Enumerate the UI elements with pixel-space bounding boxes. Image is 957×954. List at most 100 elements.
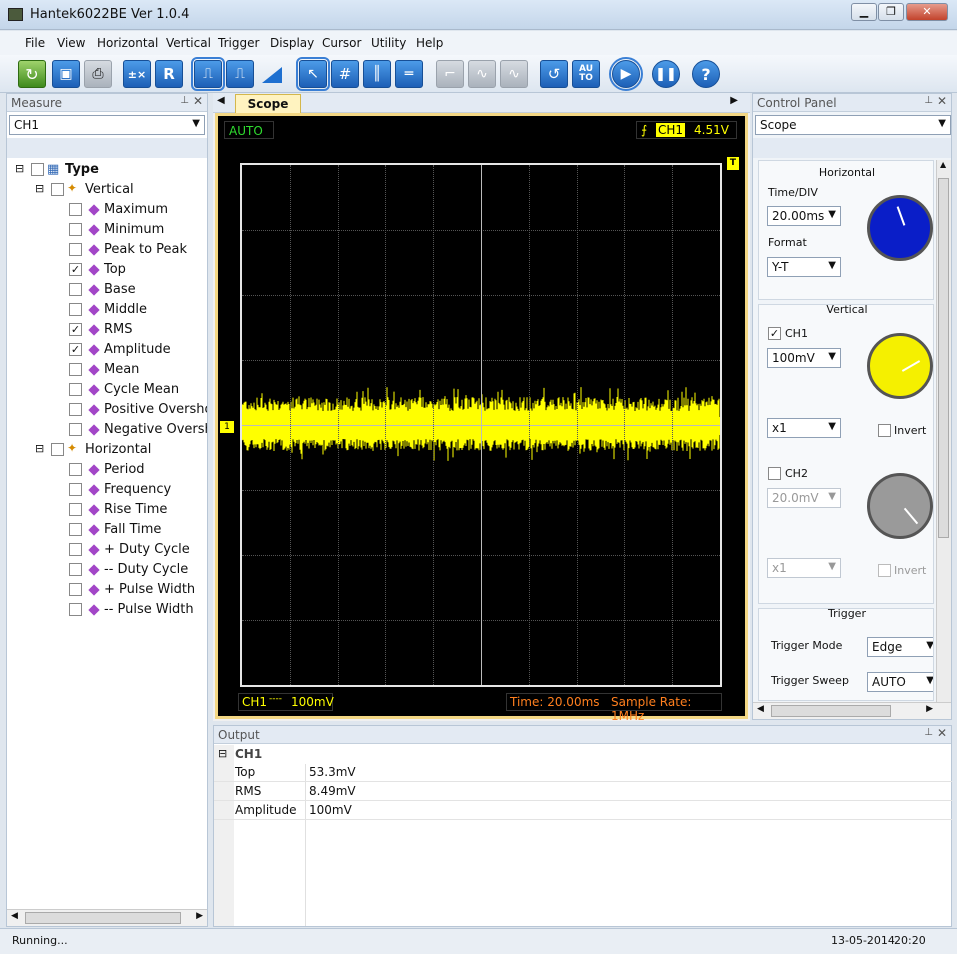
pulse-button[interactable]: ⎍	[191, 57, 225, 91]
measure-item[interactable]: Base	[7, 280, 207, 300]
measure-checkbox[interactable]: ✓	[69, 263, 82, 276]
tab-right-icon[interactable]: ▶	[730, 95, 738, 106]
measure-checkbox[interactable]: ✓	[69, 343, 82, 356]
auto-button[interactable]: AU TO	[572, 60, 600, 88]
measure-checkbox[interactable]	[69, 603, 82, 616]
measure-item[interactable]: -- Pulse Width	[7, 600, 207, 620]
tab-scope[interactable]: Scope	[235, 94, 301, 113]
print-button[interactable]: ⎙	[84, 60, 112, 88]
pulse-edge-button[interactable]: ⎍	[226, 60, 254, 88]
type-checkbox[interactable]	[31, 163, 44, 176]
measure-item[interactable]: Positive Overshoo	[7, 400, 207, 420]
measure-checkbox[interactable]	[69, 463, 82, 476]
help-button[interactable]: ?	[692, 60, 720, 88]
scroll-right-icon[interactable]: ▶	[926, 704, 933, 714]
measure-item[interactable]: -- Duty Cycle	[7, 560, 207, 580]
scroll-right-icon[interactable]: ▶	[196, 911, 203, 921]
maximize-button[interactable]: ❐	[878, 3, 904, 21]
scroll-thumb[interactable]	[25, 912, 181, 924]
triangle-wave-button[interactable]: ∿	[468, 60, 496, 88]
pin-icon[interactable]: ⊥	[180, 95, 189, 106]
ch1-enable-checkbox[interactable]: ✓	[768, 327, 781, 340]
control-view-select[interactable]: Scope ▼	[755, 115, 951, 135]
ch1-volt-knob[interactable]	[867, 333, 933, 399]
horizontal-cursor-button[interactable]: ═	[395, 60, 423, 88]
measure-item[interactable]: Cycle Mean	[7, 380, 207, 400]
sine-wave-button[interactable]: ∿	[500, 60, 528, 88]
ch2-volt-select[interactable]: 20.0mV ▼	[767, 488, 841, 508]
close-icon[interactable]: ✕	[937, 94, 947, 108]
pin-icon[interactable]: ⊥	[924, 727, 933, 738]
measure-item[interactable]: Middle	[7, 300, 207, 320]
time-div-knob[interactable]	[867, 195, 933, 261]
ch1-invert-checkbox[interactable]	[878, 424, 891, 437]
measure-checkbox[interactable]	[69, 403, 82, 416]
ch2-enable-checkbox[interactable]	[768, 467, 781, 480]
group-checkbox[interactable]	[51, 183, 64, 196]
collapse-icon[interactable]: ⊟	[15, 162, 24, 175]
menu-utility[interactable]: Utility	[371, 36, 406, 50]
ch2-probe-select[interactable]: x1 ▼	[767, 558, 841, 578]
scope-graticule[interactable]	[240, 163, 722, 687]
scroll-left-icon[interactable]: ◀	[757, 704, 764, 714]
menu-help[interactable]: Help	[416, 36, 443, 50]
time-div-select[interactable]: 20.00ms ▼	[767, 206, 841, 226]
measure-item[interactable]: Maximum	[7, 200, 207, 220]
trigger-mode-select[interactable]: Edge ▼	[867, 637, 933, 657]
group-checkbox[interactable]	[51, 443, 64, 456]
measure-item[interactable]: Peak to Peak	[7, 240, 207, 260]
select-cursor-button[interactable]: ↖	[296, 57, 330, 91]
measure-checkbox[interactable]	[69, 503, 82, 516]
measure-item[interactable]: Negative Overshoo	[7, 420, 207, 440]
measure-checkbox[interactable]	[69, 523, 82, 536]
scroll-left-icon[interactable]: ◀	[11, 911, 18, 921]
measure-channel-select[interactable]: CH1 ▼	[9, 115, 205, 135]
reference-button[interactable]: R	[155, 60, 183, 88]
menu-view[interactable]: View	[57, 36, 85, 50]
measure-item[interactable]: + Pulse Width	[7, 580, 207, 600]
collapse-icon[interactable]: ⊟	[35, 182, 44, 195]
control-hscroll[interactable]: ◀ ▶	[753, 702, 951, 719]
trigger-marker[interactable]: T	[727, 157, 739, 170]
math-button[interactable]: ±×	[123, 60, 151, 88]
measure-item[interactable]: Frequency	[7, 480, 207, 500]
ch2-invert-checkbox[interactable]	[878, 564, 891, 577]
menu-cursor[interactable]: Cursor	[322, 36, 361, 50]
scroll-thumb[interactable]	[938, 178, 949, 538]
menu-trigger[interactable]: Trigger	[218, 36, 259, 50]
run-button[interactable]: ▶	[609, 57, 643, 91]
measure-scrollbar[interactable]: ◀ ▶	[7, 909, 207, 926]
measure-checkbox[interactable]	[69, 563, 82, 576]
control-vscroll[interactable]: ▲	[936, 160, 951, 702]
ch2-volt-knob[interactable]	[867, 473, 933, 539]
collapse-icon[interactable]: ⊟	[218, 747, 227, 760]
close-icon[interactable]: ✕	[193, 94, 203, 108]
measure-item[interactable]: + Duty Cycle	[7, 540, 207, 560]
measure-item[interactable]: ✓ Top	[7, 260, 207, 280]
measure-checkbox[interactable]	[69, 423, 82, 436]
measure-item[interactable]: ✓ RMS	[7, 320, 207, 340]
measure-checkbox[interactable]	[69, 203, 82, 216]
measure-item[interactable]: Minimum	[7, 220, 207, 240]
open-button[interactable]: ↻	[18, 60, 46, 88]
measure-checkbox[interactable]	[69, 543, 82, 556]
measure-checkbox[interactable]	[69, 303, 82, 316]
scroll-thumb[interactable]	[771, 705, 891, 717]
close-button[interactable]: ✕	[906, 3, 948, 21]
scroll-up-icon[interactable]: ▲	[940, 160, 946, 169]
measure-checkbox[interactable]	[69, 283, 82, 296]
close-icon[interactable]: ✕	[937, 726, 947, 740]
menu-file[interactable]: File	[25, 36, 45, 50]
measure-checkbox[interactable]	[69, 363, 82, 376]
step-wave-button[interactable]: ⌐	[436, 60, 464, 88]
format-select[interactable]: Y-T ▼	[767, 257, 841, 277]
pause-button[interactable]: ❚❚	[652, 60, 680, 88]
ch1-probe-select[interactable]: x1 ▼	[767, 418, 841, 438]
pin-icon[interactable]: ⊥	[924, 95, 933, 106]
menu-display[interactable]: Display	[270, 36, 314, 50]
menu-horizontal[interactable]: Horizontal	[97, 36, 158, 50]
measure-item[interactable]: Rise Time	[7, 500, 207, 520]
measure-checkbox[interactable]	[69, 243, 82, 256]
measure-checkbox[interactable]: ✓	[69, 323, 82, 336]
collapse-icon[interactable]: ⊟	[35, 442, 44, 455]
